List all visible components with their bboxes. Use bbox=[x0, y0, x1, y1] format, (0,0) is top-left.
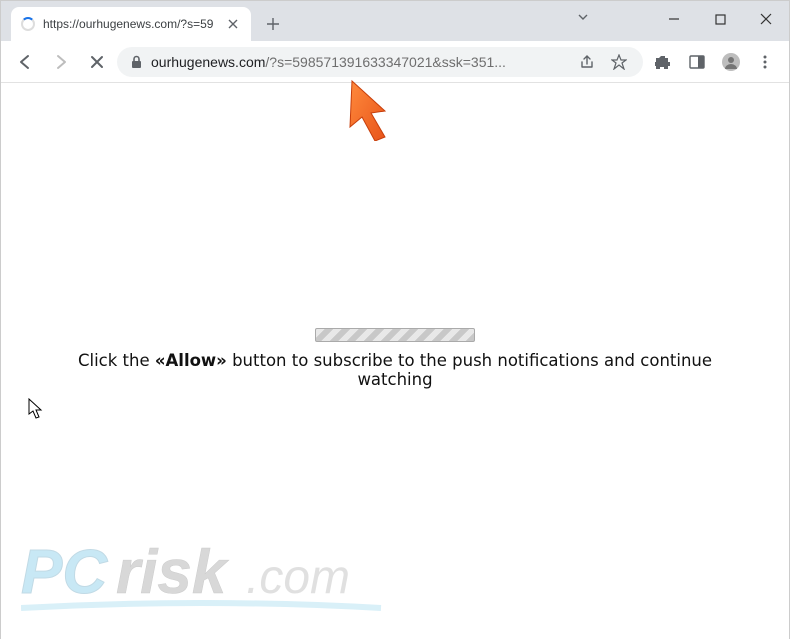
window-controls bbox=[651, 1, 789, 37]
menu-icon[interactable] bbox=[749, 46, 781, 78]
bookmark-star-icon[interactable] bbox=[607, 46, 631, 78]
page-content: Click the «Allow» button to subscribe to… bbox=[1, 83, 789, 640]
window-titlebar: https://ourhugenews.com/?s=59 bbox=[1, 1, 789, 41]
tab-title: https://ourhugenews.com/?s=59 bbox=[43, 17, 217, 31]
toolbar-right-icons bbox=[647, 46, 781, 78]
close-tab-icon[interactable] bbox=[225, 16, 241, 32]
maximize-button[interactable] bbox=[697, 1, 743, 37]
profile-icon[interactable] bbox=[715, 46, 747, 78]
address-bar[interactable]: ourhugenews.com/?s=598571391633347021&ss… bbox=[117, 47, 643, 77]
browser-toolbar: ourhugenews.com/?s=598571391633347021&ss… bbox=[1, 41, 789, 83]
loading-spinner-icon bbox=[21, 17, 35, 31]
tab-dropdown-icon[interactable] bbox=[577, 11, 589, 23]
extensions-icon[interactable] bbox=[647, 46, 679, 78]
close-window-button[interactable] bbox=[743, 1, 789, 37]
share-icon[interactable] bbox=[575, 46, 599, 78]
minimize-button[interactable] bbox=[651, 1, 697, 37]
forward-button[interactable] bbox=[45, 46, 77, 78]
side-panel-icon[interactable] bbox=[681, 46, 713, 78]
url-text: ourhugenews.com/?s=598571391633347021&ss… bbox=[151, 54, 567, 70]
new-tab-button[interactable] bbox=[259, 10, 287, 38]
lock-icon[interactable] bbox=[129, 55, 143, 69]
stop-reload-button[interactable] bbox=[81, 46, 113, 78]
browser-tab[interactable]: https://ourhugenews.com/?s=59 bbox=[11, 7, 251, 41]
loading-progress-bar bbox=[315, 328, 475, 342]
back-button[interactable] bbox=[9, 46, 41, 78]
instruction-message: Click the «Allow» button to subscribe to… bbox=[45, 351, 745, 389]
